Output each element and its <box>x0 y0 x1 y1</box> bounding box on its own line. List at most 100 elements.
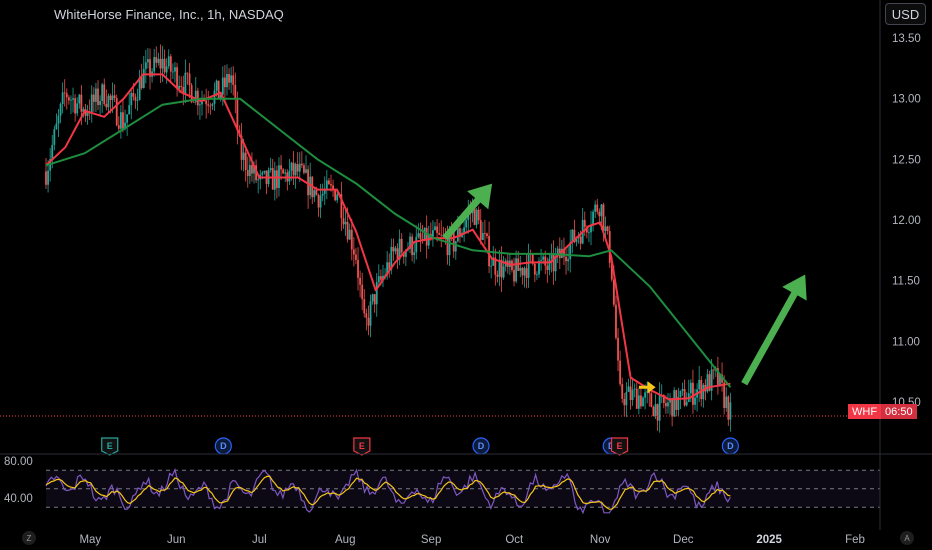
candle <box>625 382 628 418</box>
candle <box>440 220 443 248</box>
candle <box>328 177 330 186</box>
candle <box>725 387 728 412</box>
candle <box>375 273 378 317</box>
candle <box>211 102 214 110</box>
candle <box>144 49 147 84</box>
candle <box>355 247 357 265</box>
candle <box>540 248 542 271</box>
candle <box>567 245 570 271</box>
time-tick-label: Nov <box>590 534 611 546</box>
candle <box>706 369 709 394</box>
arrow-up-annotation[interactable] <box>741 274 807 386</box>
auto-scale-button[interactable]: A <box>900 531 914 545</box>
candle <box>159 44 162 83</box>
time-tick-label: May <box>79 534 101 546</box>
candle <box>488 221 490 274</box>
candle <box>126 114 129 136</box>
price-label: WHF 06:50 <box>848 404 917 419</box>
candle <box>708 370 711 392</box>
candle <box>234 72 237 114</box>
candle <box>275 165 278 199</box>
candle <box>357 247 359 291</box>
svg-text:E: E <box>359 441 365 451</box>
time-tick-label: Oct <box>505 534 524 546</box>
candle <box>303 162 305 175</box>
candle <box>565 248 567 275</box>
candle <box>348 223 351 240</box>
price-tick-label: 13.50 <box>892 33 921 45</box>
candle <box>694 388 696 410</box>
timezone-button[interactable]: Z <box>22 531 36 545</box>
candle <box>411 233 414 262</box>
candle <box>53 125 56 151</box>
candle <box>78 93 81 109</box>
event-markers[interactable]: EDEDDED <box>101 437 739 456</box>
moving-averages <box>45 73 732 401</box>
candle <box>167 49 170 70</box>
candle <box>186 72 189 85</box>
candle <box>729 392 732 432</box>
earnings-marker[interactable]: E <box>101 437 119 456</box>
candle <box>712 368 715 380</box>
candle <box>621 377 624 403</box>
svg-text:E: E <box>107 441 113 451</box>
candle <box>90 85 93 123</box>
dividend-marker[interactable]: D <box>721 437 739 455</box>
candle <box>201 90 203 116</box>
candle <box>153 48 156 77</box>
candle <box>55 113 58 130</box>
candle <box>119 105 122 139</box>
candle <box>280 155 282 181</box>
candle <box>311 176 314 204</box>
candle <box>163 49 166 75</box>
candle <box>74 94 77 122</box>
candle <box>271 158 274 190</box>
candle <box>105 89 108 111</box>
earnings-marker[interactable]: E <box>610 437 629 456</box>
candle <box>161 46 164 82</box>
candle <box>581 207 584 245</box>
price-tick-label: 12.50 <box>892 154 921 166</box>
svg-text:D: D <box>478 441 485 451</box>
currency-button[interactable]: USD <box>885 3 926 25</box>
candle <box>434 221 436 231</box>
candle <box>292 151 295 185</box>
sma-slow-line <box>45 97 732 388</box>
candle <box>205 88 208 119</box>
earnings-marker[interactable]: E <box>353 437 371 456</box>
dividend-marker[interactable]: D <box>214 437 232 455</box>
candle <box>432 220 434 247</box>
oscillator-axis[interactable]: 80.00 40.00 <box>4 456 33 505</box>
candle <box>365 308 368 331</box>
candle <box>419 222 422 253</box>
candle <box>367 305 370 336</box>
dividend-marker[interactable]: D <box>472 437 490 455</box>
candle <box>382 264 384 288</box>
candle <box>286 169 289 191</box>
candle <box>519 256 522 278</box>
annotation-arrows[interactable] <box>442 183 807 394</box>
price-axis[interactable]: 13.5013.0012.5012.0011.5011.0010.50 <box>892 33 921 409</box>
candle <box>232 66 235 96</box>
candle <box>490 258 493 279</box>
candle <box>716 356 719 395</box>
candle <box>675 389 678 417</box>
time-tick-label: Dec <box>673 534 694 546</box>
candle <box>496 270 499 283</box>
price-label-symbol: WHF <box>848 404 882 419</box>
time-axis[interactable]: May Jun Jul Aug Sep Oct Nov Dec 2025 Feb <box>79 534 865 546</box>
candle <box>282 167 285 175</box>
candle <box>113 84 116 103</box>
candle <box>67 95 70 105</box>
candle <box>492 246 495 266</box>
candle <box>313 188 316 202</box>
candle <box>136 88 139 111</box>
chart[interactable]: EDEDDED 13.5013.0012.5012.0011.5011.0010… <box>0 0 932 550</box>
candle <box>332 179 334 197</box>
candle <box>342 207 345 229</box>
ema-fast-line <box>45 73 731 401</box>
candle <box>142 55 145 89</box>
candle <box>594 200 597 219</box>
candle <box>667 393 669 414</box>
candle <box>536 271 538 280</box>
